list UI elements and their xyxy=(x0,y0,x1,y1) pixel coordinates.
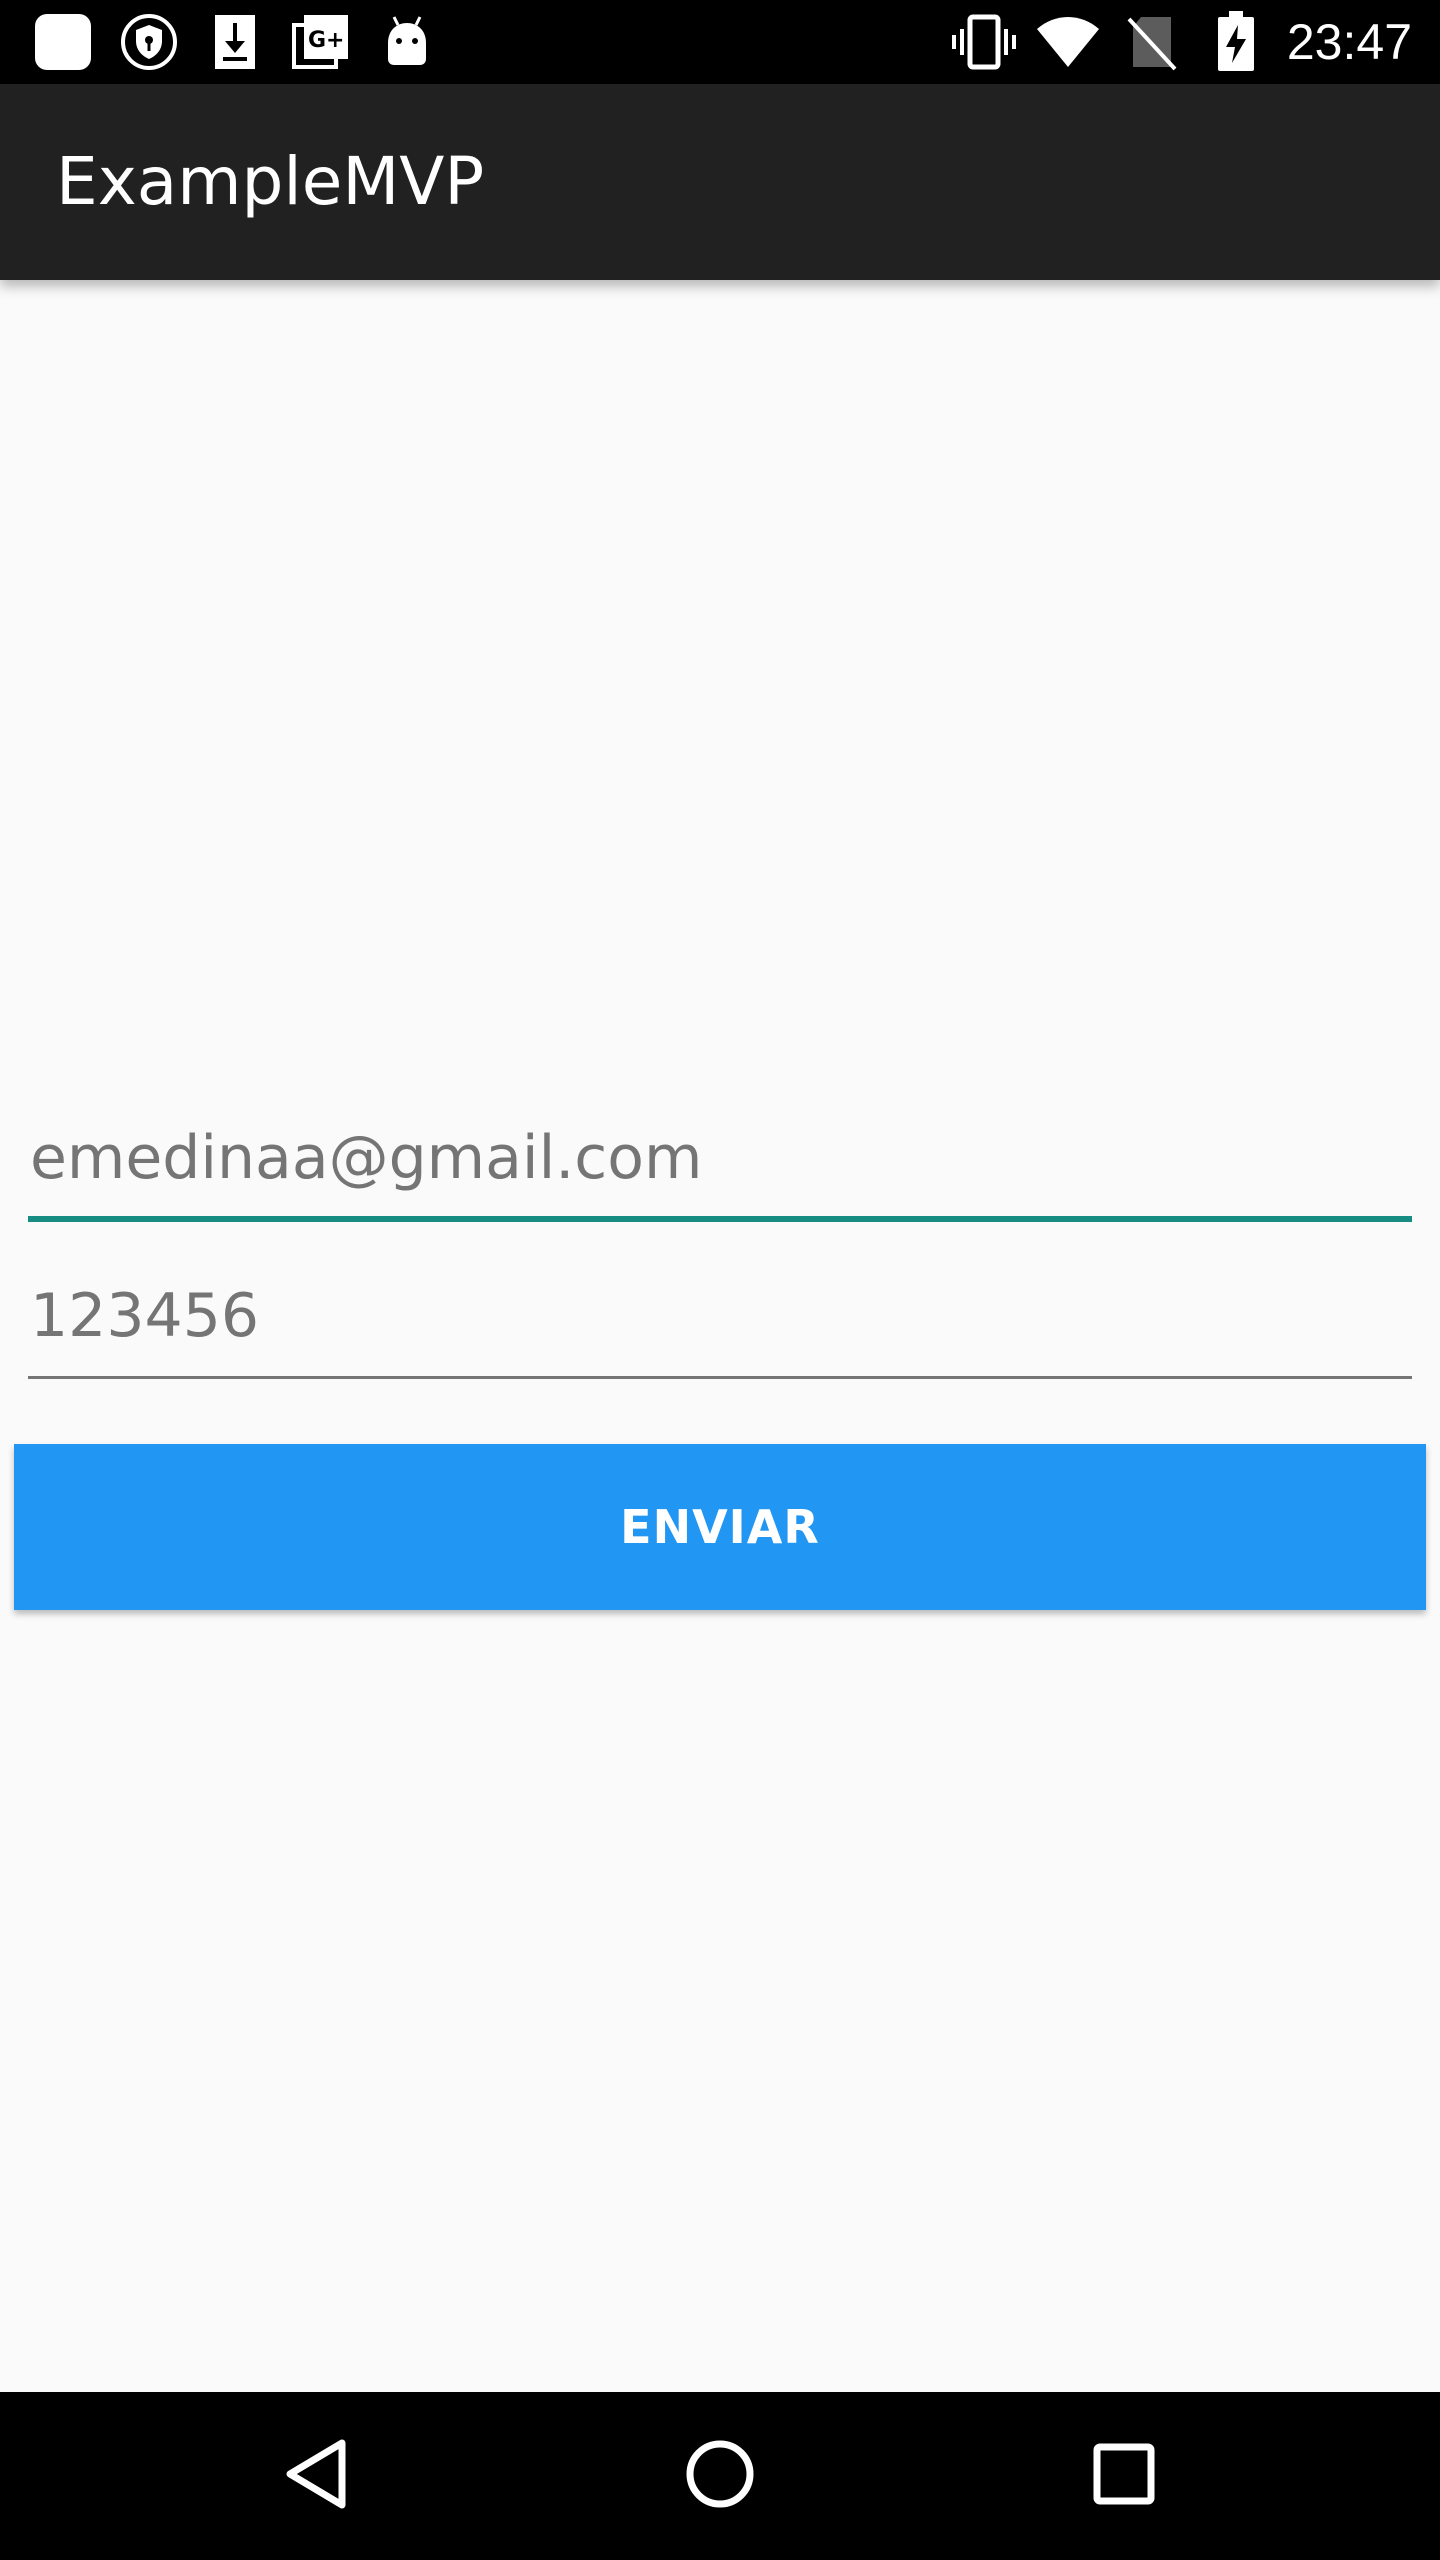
status-bar: G+ 23:47 xyxy=(0,0,1440,84)
android-icon xyxy=(374,9,440,75)
back-button[interactable] xyxy=(216,2392,416,2560)
home-icon xyxy=(685,2439,755,2514)
google-plus-icon: G+ xyxy=(288,9,354,75)
status-notification-icons: G+ xyxy=(30,0,440,84)
email-field-container xyxy=(28,1098,1412,1222)
no-sim-icon xyxy=(1119,9,1185,75)
app-square-icon xyxy=(30,9,96,75)
back-icon xyxy=(284,2439,348,2514)
download-icon xyxy=(202,9,268,75)
battery-charging-icon xyxy=(1203,9,1269,75)
email-field[interactable] xyxy=(28,1098,1412,1218)
status-system-icons: 23:47 xyxy=(951,0,1412,84)
shield-key-icon xyxy=(116,9,182,75)
recents-button[interactable] xyxy=(1024,2392,1224,2560)
svg-text:G+: G+ xyxy=(308,28,345,53)
status-time: 23:47 xyxy=(1286,14,1412,70)
app-bar: ExampleMVP xyxy=(0,84,1440,280)
password-field-underline xyxy=(28,1376,1412,1379)
recents-icon xyxy=(1093,2443,1155,2510)
wifi-icon xyxy=(1035,9,1101,75)
home-button[interactable] xyxy=(620,2392,820,2560)
navigation-bar xyxy=(0,2392,1440,2560)
send-button[interactable]: ENVIAR xyxy=(14,1444,1426,1610)
password-field[interactable] xyxy=(28,1256,1412,1376)
app-title: ExampleMVP xyxy=(56,143,485,220)
vibrate-icon xyxy=(951,9,1017,75)
email-field-underline xyxy=(28,1216,1412,1222)
password-field-container xyxy=(28,1256,1412,1379)
